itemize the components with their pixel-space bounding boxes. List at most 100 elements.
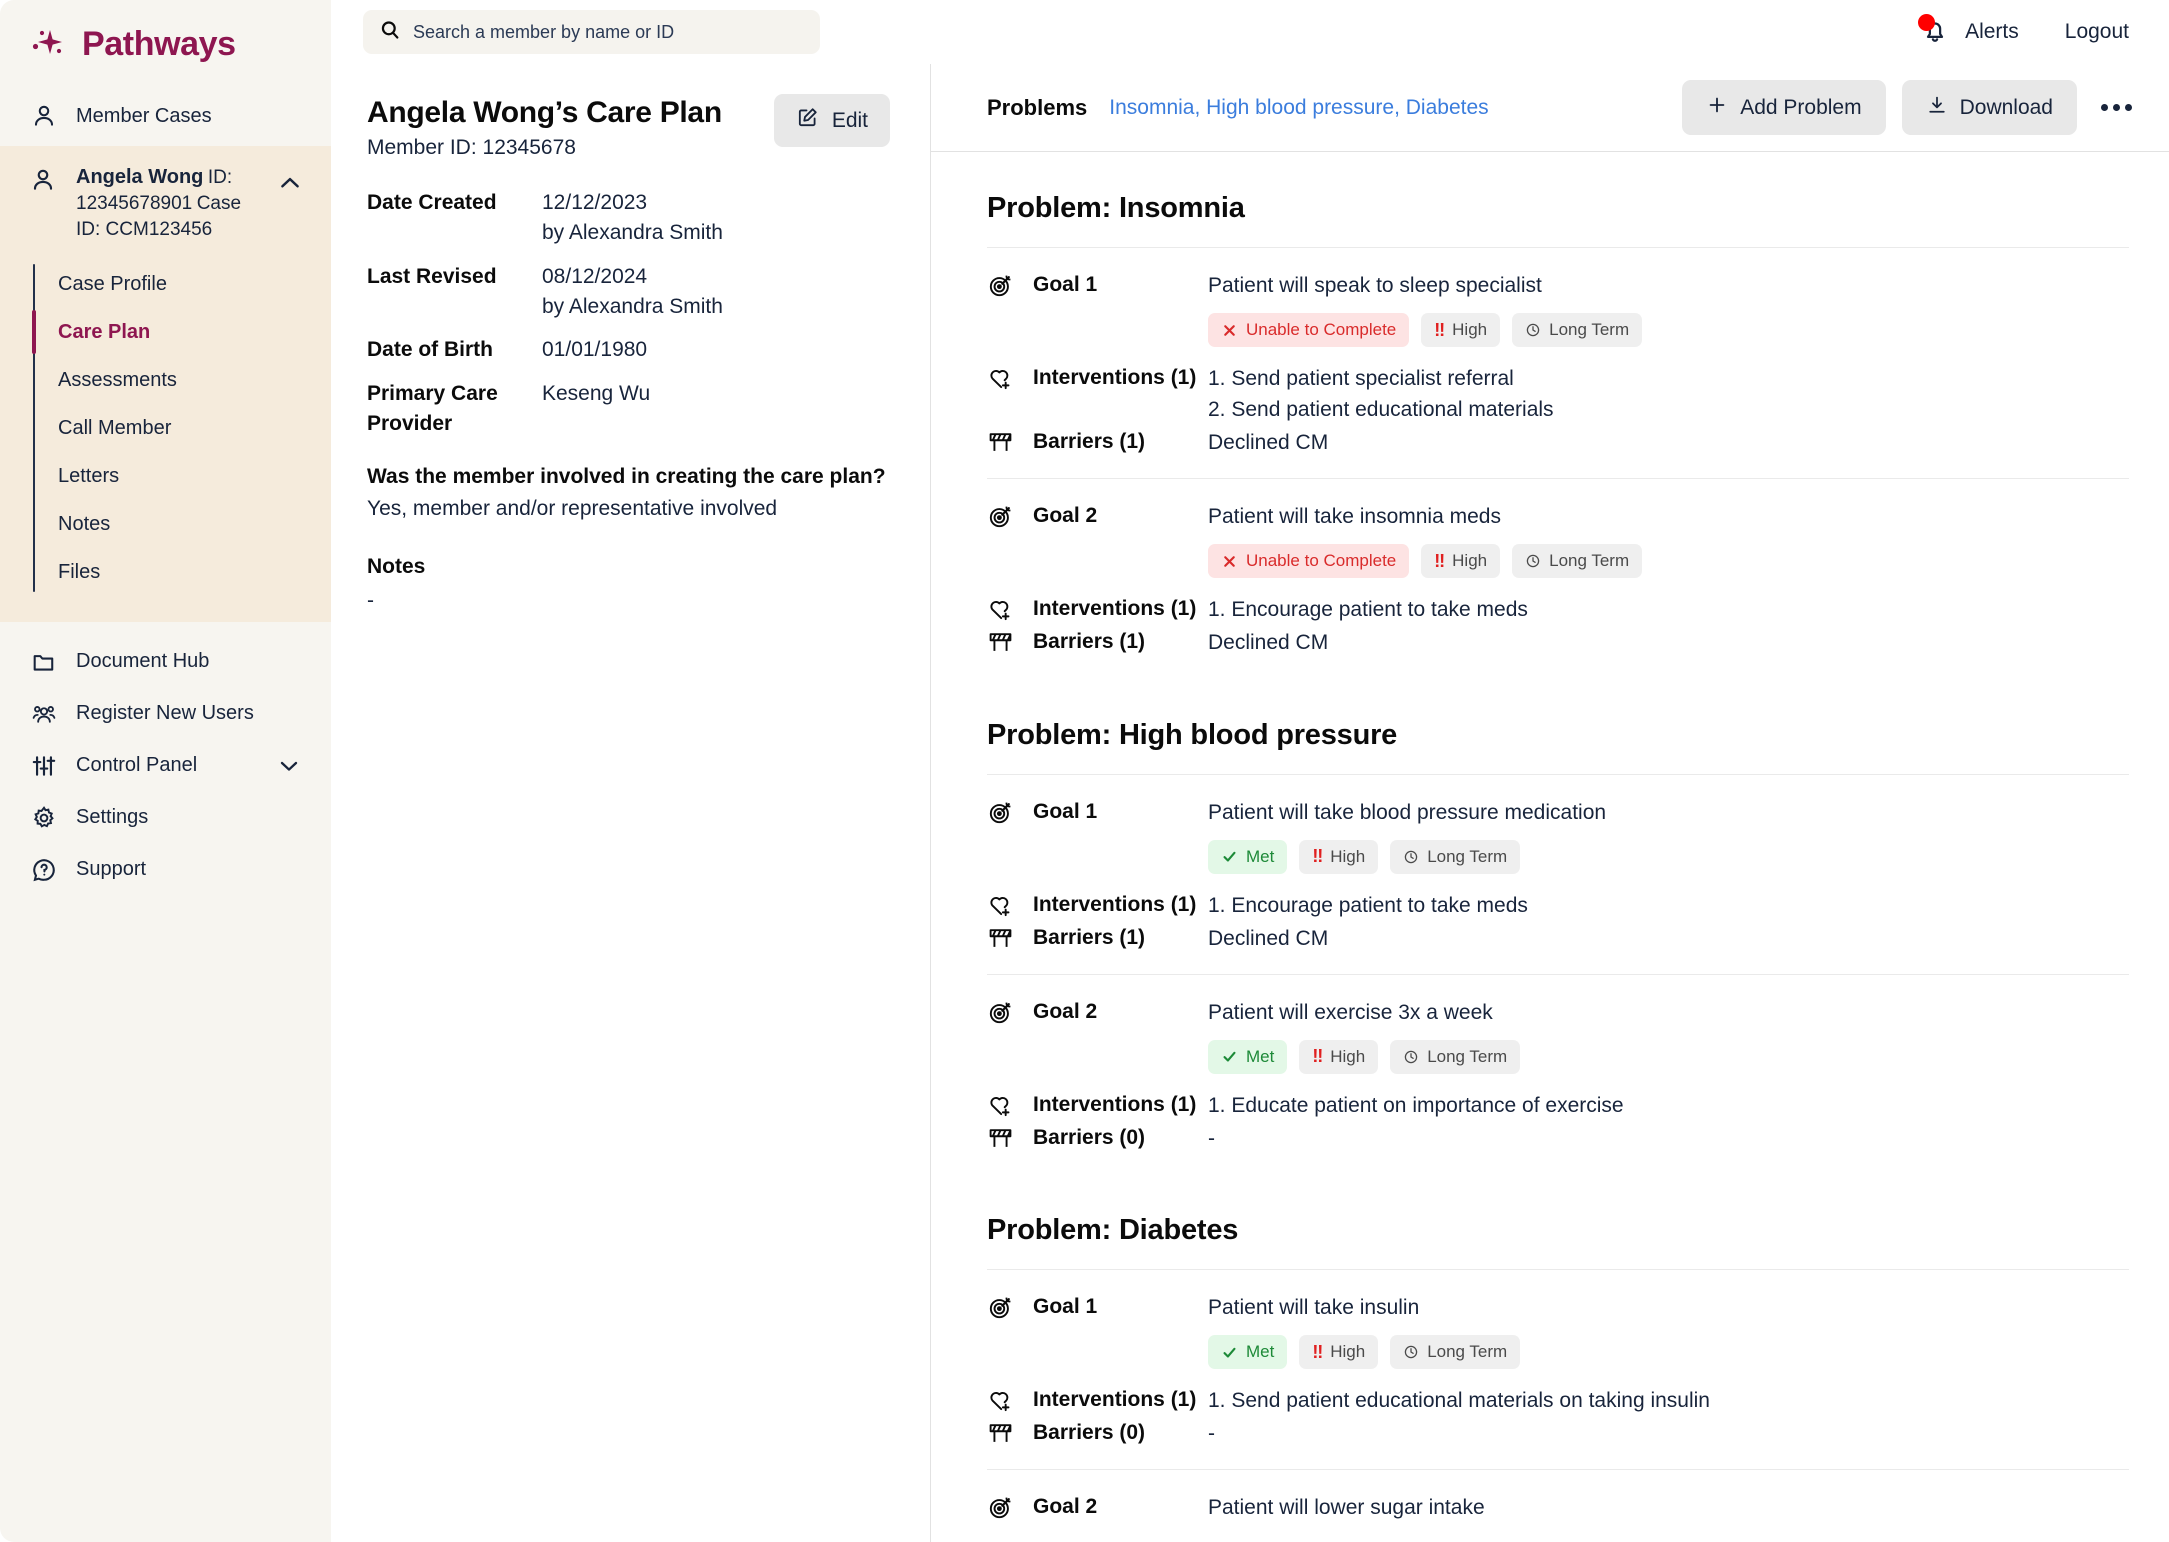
barriers-label: Barriers (0) — [1033, 1125, 1146, 1149]
barriers-row: Barriers (0) - — [987, 1123, 2129, 1154]
sidebar-item-assessments[interactable]: Assessments — [0, 356, 331, 404]
add-problem-button[interactable]: Add Problem — [1682, 80, 1886, 135]
detail-fields: Date Created 12/12/2023 by Alexandra Smith… — [367, 188, 890, 439]
sidebar-item-register-new-users[interactable]: Register New Users — [0, 688, 331, 740]
target-icon — [987, 272, 1017, 299]
status-badge-label: Unable to Complete — [1246, 551, 1397, 571]
chevron-up-icon[interactable] — [277, 170, 303, 196]
goal-text: Patient will take blood pressure medicat… — [1208, 800, 1607, 824]
interventions-label: Interventions (1) — [1033, 366, 1197, 390]
problems-panel: Problems Insomnia, High blood pressure, … — [931, 64, 2169, 1542]
status-badge: Unable to Complete — [1208, 313, 1410, 348]
target-icon — [987, 799, 1017, 826]
topbar-right: Alerts Logout — [1918, 14, 2129, 47]
heart-plus-icon — [987, 1092, 1017, 1119]
logout-button[interactable]: Logout — [2065, 20, 2129, 44]
status-badge-label: Long Term — [1427, 1046, 1508, 1066]
clock-icon — [1403, 849, 1419, 865]
status-badge: Long Term — [1390, 1039, 1521, 1074]
user-icon — [30, 167, 58, 195]
status-badge-label: Long Term — [1549, 320, 1630, 340]
x-icon — [1221, 322, 1238, 339]
sidebar-item-letters[interactable]: Letters — [0, 452, 331, 500]
status-badge-label: Met — [1246, 846, 1275, 866]
barrier-icon — [987, 1420, 1017, 1447]
target-icon — [987, 503, 1017, 530]
gear-icon — [30, 804, 58, 832]
status-badge-label: Met — [1246, 1342, 1275, 1362]
sliders-icon — [30, 752, 58, 780]
brand: Pathways — [0, 0, 331, 84]
sidebar-item-files[interactable]: Files — [0, 548, 331, 596]
status-badge-label: Met — [1246, 1046, 1275, 1066]
goal-row: Goal 1 Patient will speak to sleep specia… — [987, 270, 2129, 301]
search-input[interactable] — [413, 21, 804, 43]
more-options-button[interactable] — [2093, 85, 2139, 131]
detail-field-key: Last Revised — [367, 264, 497, 288]
interventions-label: Interventions (1) — [1033, 892, 1197, 916]
toolbar-actions: Add Problem Download — [1682, 80, 2139, 135]
interventions-list: 1. Send patient specialist referral 2. Se… — [1208, 363, 2129, 425]
status-badge: Long Term — [1512, 313, 1643, 348]
download-button[interactable]: Download — [1901, 80, 2077, 135]
sidebar-item-care-plan[interactable]: Care Plan — [0, 308, 331, 356]
status-badge: Long Term — [1390, 839, 1521, 874]
intervention-item: 1. Send patient educational materials on… — [1208, 1389, 1710, 1413]
goal-block: Goal 2 Patient will lower sugar intake — [987, 1469, 2129, 1542]
sidebar-item-case-profile[interactable]: Case Profile — [0, 260, 331, 308]
edit-button[interactable]: Edit — [773, 94, 890, 147]
topbar: Alerts Logout — [331, 0, 2169, 64]
detail-field-value-secondary: by Alexandra Smith — [542, 294, 723, 318]
status-badge: Met — [1208, 839, 1288, 874]
status-badge: ‼ High — [1299, 839, 1379, 874]
goal-text: Patient will exercise 3x a week — [1208, 1000, 1493, 1024]
detail-field-key: Date Created — [367, 191, 497, 215]
interventions-list: 1. Educate patient on importance of exer… — [1208, 1090, 2129, 1121]
detail-field-value: Keseng Wu — [542, 382, 651, 406]
sidebar-item-control-panel[interactable]: Control Panel — [0, 740, 331, 792]
sidebar-subitem-label: Care Plan — [58, 320, 151, 343]
sidebar-member-header[interactable]: Angela Wong ID: 12345678901 Case ID: CCM… — [0, 160, 331, 246]
heart-plus-icon — [987, 365, 1017, 392]
detail-header: Angela Wong’s Care Plan Member ID: 12345… — [367, 94, 890, 160]
plus-icon — [1706, 94, 1728, 122]
search-box[interactable] — [363, 10, 820, 54]
chevron-down-icon[interactable] — [277, 754, 301, 778]
sidebar-item-member-cases[interactable]: Member Cases — [0, 90, 331, 142]
clock-icon — [1403, 1049, 1419, 1065]
problems-list-link[interactable]: Insomnia, High blood pressure, Diabetes — [1109, 96, 1488, 120]
sidebar-item-call-member[interactable]: Call Member — [0, 404, 331, 452]
users-group-icon — [30, 700, 58, 728]
problem-title: Problem: Insomnia — [987, 192, 1245, 224]
nav-top: Member Cases — [0, 84, 331, 142]
status-badge-label: High — [1330, 1046, 1366, 1066]
detail-titles: Angela Wong’s Care Plan Member ID: 12345… — [367, 94, 756, 160]
download-label: Download — [1959, 95, 2053, 119]
intervention-item: 1. Send patient specialist referral — [1208, 367, 1514, 391]
sidebar-item-settings[interactable]: Settings — [0, 792, 331, 844]
x-icon — [1221, 553, 1238, 570]
member-info: Angela Wong ID: 12345678901 Case ID: CCM… — [76, 164, 259, 244]
member-involvement-answer: Yes, member and/or representative involv… — [367, 496, 778, 520]
goal-block: Goal 1 Patient will take blood pressure m… — [987, 773, 2129, 974]
goal-badges: Met ‼ High Long Term — [1208, 1335, 2129, 1370]
status-badge-label: High — [1330, 1342, 1366, 1362]
heart-plus-icon — [987, 892, 1017, 919]
sidebar-item-document-hub[interactable]: Document Hub — [0, 636, 331, 688]
interventions-row: Interventions (1) 1. Encourage patient to… — [987, 594, 2129, 625]
alerts-button[interactable]: Alerts — [1918, 14, 2019, 47]
submenu-active-indicator — [32, 309, 36, 354]
sidebar-item-label: Control Panel — [76, 754, 198, 777]
intervention-item: 1. Educate patient on importance of exer… — [1208, 1093, 1624, 1117]
body-split: Angela Wong’s Care Plan Member ID: 12345… — [331, 64, 2169, 1542]
goal-badges: Met ‼ High Long Term — [1208, 1039, 2129, 1074]
status-badge: ‼ High — [1299, 1335, 1379, 1370]
sidebar-item-support[interactable]: Support — [0, 844, 331, 896]
bell-icon — [1918, 14, 1951, 47]
goal-label: Goal 1 — [1033, 1295, 1098, 1319]
goal-row: Goal 1 Patient will take blood pressure m… — [987, 797, 2129, 828]
problems-scroll-area[interactable]: Problem: Insomnia Goal 1 Patient will spea… — [931, 152, 2169, 1542]
intervention-item: 2. Send patient educational materials — [1208, 398, 1554, 422]
barriers-value: Declined CM — [1208, 926, 1329, 950]
sidebar-item-notes[interactable]: Notes — [0, 500, 331, 548]
